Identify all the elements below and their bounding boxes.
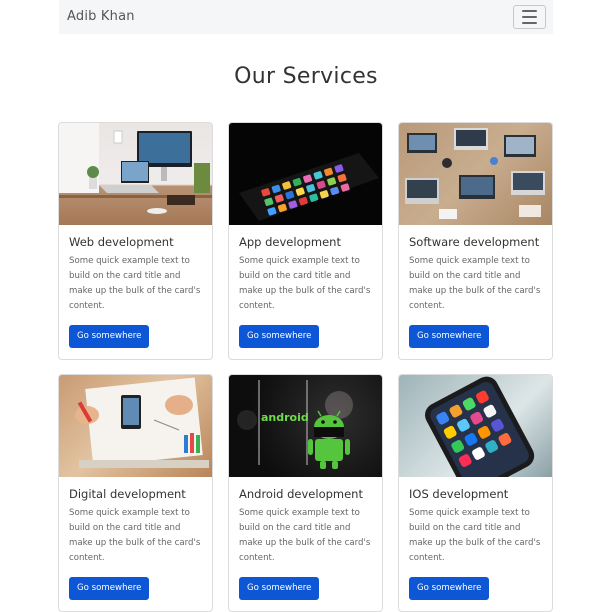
go-somewhere-button[interactable]: Go somewhere [239, 325, 320, 348]
go-somewhere-button[interactable]: Go somewhere [69, 577, 150, 600]
card-title: Android development [239, 487, 363, 501]
smartphone-apps-image [229, 123, 382, 225]
card-title: IOS development [409, 487, 509, 501]
card-text: Some quick example text to build on the … [409, 256, 541, 311]
service-card-web: Web development Some quick example text … [58, 122, 213, 360]
service-card-ios: IOS development Some quick example text … [398, 374, 553, 612]
go-somewhere-button[interactable]: Go somewhere [239, 577, 320, 600]
drawing-desk-image [59, 375, 212, 477]
page-title: Our Services [234, 64, 378, 89]
android-logo-text: android [261, 411, 309, 424]
navbar-brand[interactable]: Adib Khan [67, 9, 135, 24]
go-somewhere-button[interactable]: Go somewhere [69, 325, 150, 348]
iphone-homescreen-image [399, 375, 552, 477]
card-text: Some quick example text to build on the … [69, 256, 201, 311]
service-card-digital: Digital development Some quick example t… [58, 374, 213, 612]
service-card-android: android Android development Some quick e… [228, 374, 383, 612]
navbar: Adib Khan [59, 0, 553, 34]
card-text: Some quick example text to build on the … [69, 508, 201, 563]
go-somewhere-button[interactable]: Go somewhere [409, 325, 490, 348]
card-text: Some quick example text to build on the … [239, 508, 371, 563]
card-text: Some quick example text to build on the … [409, 508, 541, 563]
service-card-app: App development Some quick example text … [228, 122, 383, 360]
team-laptops-image [399, 123, 552, 225]
service-card-software: Software development Some quick example … [398, 122, 553, 360]
android-robot-image: android [229, 375, 382, 477]
card-title: Web development [69, 235, 174, 249]
card-title: Software development [409, 235, 540, 249]
card-title: App development [239, 235, 341, 249]
card-title: Digital development [69, 487, 186, 501]
card-text: Some quick example text to build on the … [239, 256, 371, 311]
hamburger-menu-icon[interactable] [513, 5, 546, 29]
go-somewhere-button[interactable]: Go somewhere [409, 577, 490, 600]
desk-workspace-image [59, 123, 212, 225]
